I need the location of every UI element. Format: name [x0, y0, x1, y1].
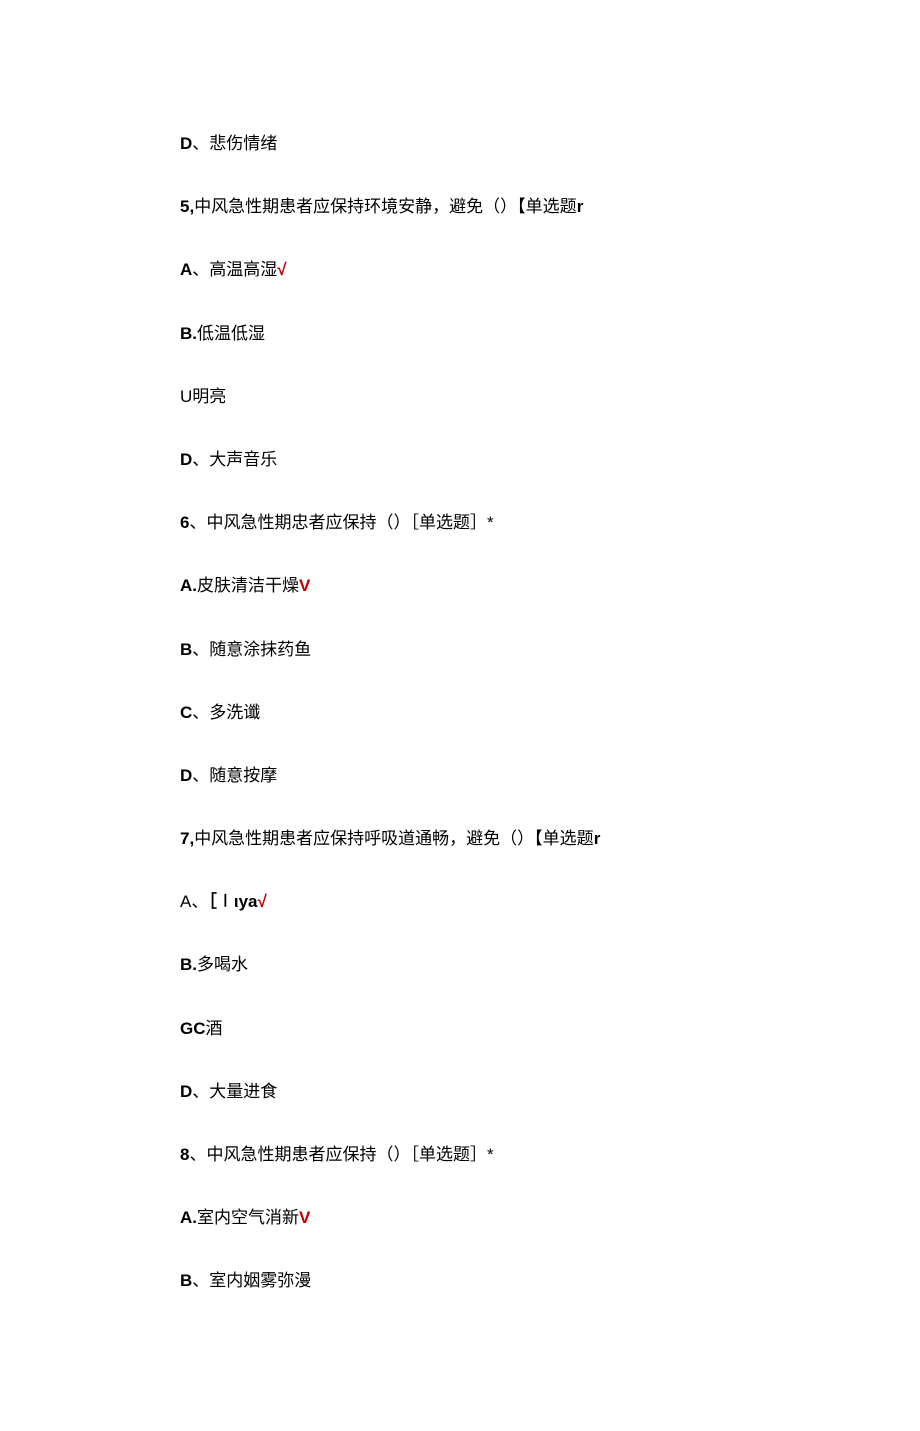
line-separator: 、 [192, 450, 209, 469]
line-text: ［∣ιya [208, 892, 257, 911]
text-line: B、室内姻雾弥漫 [180, 1267, 740, 1294]
line-text: 中风急性期患者应保持（）［单选题］* [206, 1145, 493, 1164]
line-separator: 、 [191, 892, 208, 911]
text-line: D、大量进食 [180, 1078, 740, 1105]
line-separator: 、 [192, 134, 209, 153]
text-line: A.皮肤清洁干燥V [180, 572, 740, 599]
line-text: 大声音乐 [209, 450, 277, 469]
line-text: 悲伤情绪 [209, 134, 277, 153]
line-prefix: A. [180, 1208, 197, 1227]
line-prefix: D [180, 450, 192, 469]
line-text: 随意按摩 [209, 766, 277, 785]
text-line: A、高温高湿√ [180, 256, 740, 283]
line-prefix: GC [180, 1019, 206, 1038]
line-separator: 、 [192, 703, 209, 722]
text-line: U明亮 [180, 383, 740, 410]
line-prefix: 5, [180, 197, 194, 216]
line-separator: 、 [192, 1082, 209, 1101]
line-suffix: r [577, 197, 584, 216]
line-text: 皮肤清洁干燥 [197, 576, 299, 595]
line-text: 酒 [206, 1019, 223, 1038]
line-text: 高温高湿 [209, 260, 277, 279]
line-text: 中风急性期忠者应保持（）［单选题］* [206, 513, 493, 532]
text-line: B.低温低湿 [180, 320, 740, 347]
document-content: D、悲伤情绪5,中风急性期患者应保持环境安静，避免（）【单选题rA、高温高湿√B… [180, 130, 740, 1295]
line-text: 中风急性期患者应保持呼吸道通畅，避免（）【单选题 [194, 829, 594, 848]
text-line: GC酒 [180, 1015, 740, 1042]
line-prefix: D [180, 766, 192, 785]
line-separator: 、 [189, 1145, 206, 1164]
text-line: A.室内空气消新V [180, 1204, 740, 1231]
line-prefix: B. [180, 324, 197, 343]
line-text: 大量进食 [209, 1082, 277, 1101]
text-line: D、悲伤情绪 [180, 130, 740, 157]
text-line: 6、中风急性期忠者应保持（）［单选题］* [180, 509, 740, 536]
line-prefix: A. [180, 576, 197, 595]
text-line: D、随意按摩 [180, 762, 740, 789]
text-line: 8、中风急性期患者应保持（）［单选题］* [180, 1141, 740, 1168]
text-line: A、［∣ιya√ [180, 888, 740, 915]
check-mark: √ [277, 260, 286, 279]
check-mark: V [299, 1208, 310, 1227]
line-prefix: D [180, 1082, 192, 1101]
line-separator: 、 [192, 640, 209, 659]
line-prefix: B [180, 640, 192, 659]
line-text: 多喝水 [197, 955, 248, 974]
line-separator: 、 [192, 766, 209, 785]
line-prefix: 7, [180, 829, 194, 848]
line-separator: 、 [192, 260, 209, 279]
line-text: 低温低湿 [197, 324, 265, 343]
check-mark: √ [257, 892, 266, 911]
line-text: 随意涂抹药鱼 [209, 640, 311, 659]
line-prefix: C [180, 703, 192, 722]
line-separator: 、 [189, 513, 206, 532]
line-prefix: D [180, 134, 192, 153]
line-prefix: A [180, 260, 192, 279]
text-line: 5,中风急性期患者应保持环境安静，避免（）【单选题r [180, 193, 740, 220]
line-text: 多洗谶 [209, 703, 260, 722]
line-separator: 、 [192, 1271, 209, 1290]
line-text: 明亮 [192, 387, 226, 406]
line-prefix: B. [180, 955, 197, 974]
text-line: B.多喝水 [180, 951, 740, 978]
line-prefix: A [180, 892, 191, 911]
line-text: 室内空气消新 [197, 1208, 299, 1227]
text-line: B、随意涂抹药鱼 [180, 636, 740, 663]
check-mark: V [299, 576, 310, 595]
line-prefix: B [180, 1271, 192, 1290]
line-suffix: r [594, 829, 601, 848]
line-text: 中风急性期患者应保持环境安静，避免（）【单选题 [194, 197, 577, 216]
line-prefix: U [180, 387, 192, 406]
text-line: C、多洗谶 [180, 699, 740, 726]
line-text: 室内姻雾弥漫 [209, 1271, 311, 1290]
text-line: D、大声音乐 [180, 446, 740, 473]
text-line: 7,中风急性期患者应保持呼吸道通畅，避免（）【单选题r [180, 825, 740, 852]
